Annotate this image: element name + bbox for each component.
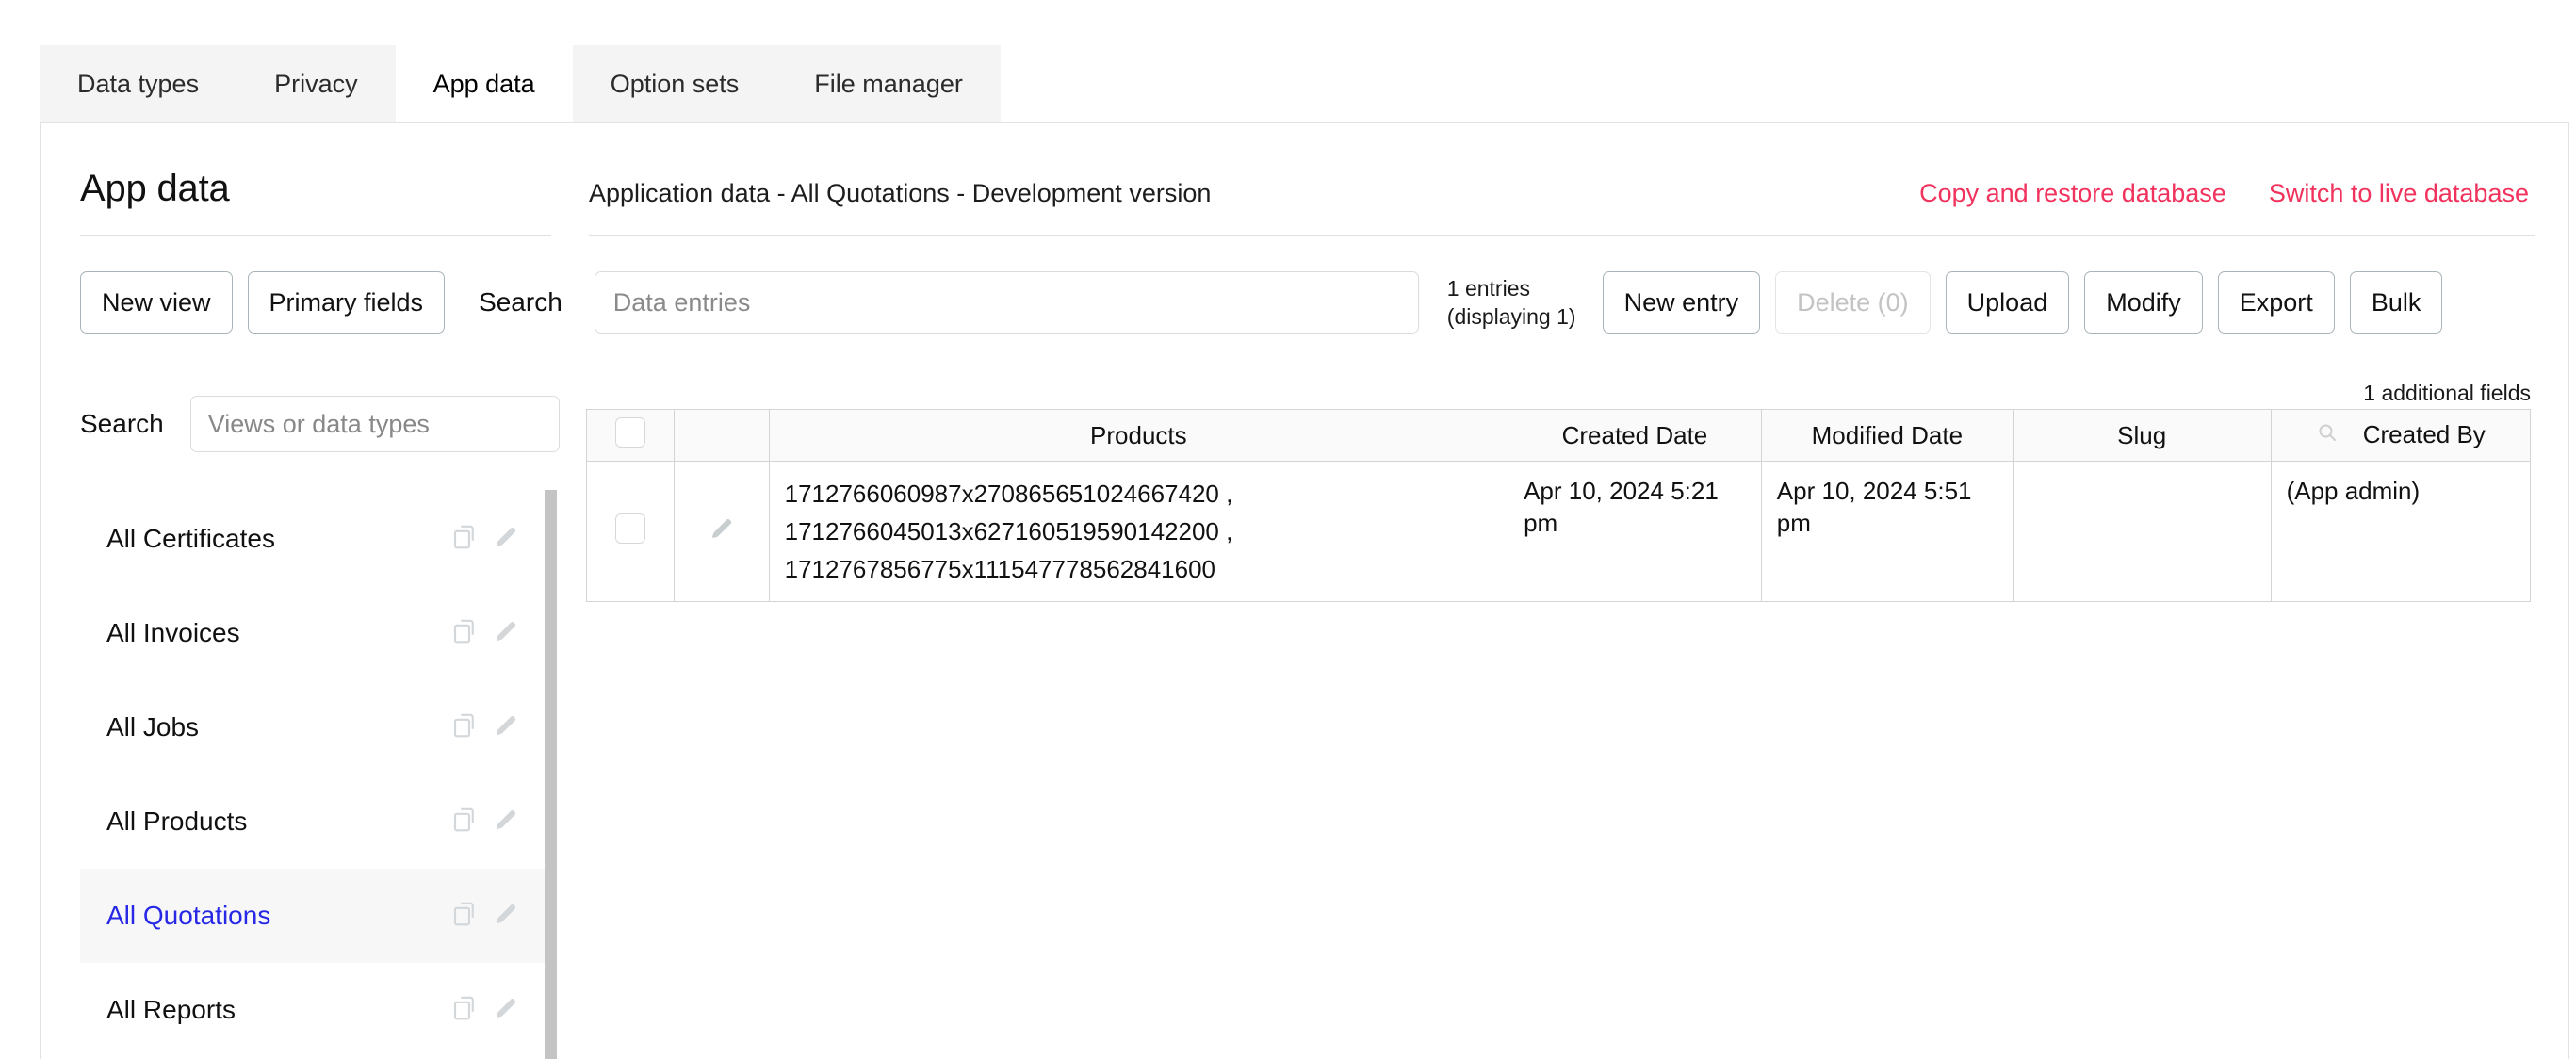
- tab-label: Data types: [77, 70, 199, 99]
- product-id: 1712766060987x270865651024667420 ,: [785, 475, 1492, 513]
- sidebar-item-label: All Quotations: [106, 901, 450, 931]
- cell-created-by: (App admin): [2271, 462, 2530, 602]
- table-row[interactable]: 1712766060987x270865651024667420 , 17127…: [587, 462, 2531, 602]
- entries-displaying: (displaying 1): [1447, 302, 1576, 331]
- select-all-header: [587, 410, 675, 462]
- tab-file-manager[interactable]: File manager: [776, 45, 1001, 122]
- cell-modified-date: Apr 10, 2024 5:51 pm: [1761, 462, 2013, 602]
- additional-fields-label: 1 additional fields: [2363, 381, 2531, 406]
- bulk-button[interactable]: Bulk: [2350, 271, 2443, 334]
- pencil-icon[interactable]: [675, 514, 768, 549]
- entries-count: 1 entries (displaying 1): [1447, 274, 1576, 331]
- sidebar-search-label: Search: [80, 409, 164, 439]
- header-links: Copy and restore database Switch to live…: [1919, 179, 2529, 208]
- data-table: Products Created Date Modified Date Slug…: [586, 409, 2531, 602]
- sidebar-item-actions: [450, 806, 520, 839]
- application-data-caption: Application data - All Quotations - Deve…: [589, 179, 1211, 208]
- copy-and-restore-database-link[interactable]: Copy and restore database: [1919, 179, 2226, 208]
- sidebar-item-all-invoices[interactable]: All Invoices: [80, 586, 546, 680]
- new-entry-button[interactable]: New entry: [1603, 271, 1761, 334]
- sidebar-item-all-products[interactable]: All Products: [80, 774, 546, 869]
- tab-bar-underline: [40, 122, 2569, 123]
- search-label: Search: [479, 287, 562, 318]
- tab-option-sets[interactable]: Option sets: [573, 45, 777, 122]
- sidebar-item-actions: [450, 711, 520, 744]
- cell-slug: [2013, 462, 2271, 602]
- pencil-icon[interactable]: [492, 523, 520, 556]
- sidebar-item-all-certificates[interactable]: All Certificates: [80, 492, 546, 586]
- tab-bar: Data types Privacy App data Option sets …: [40, 45, 1001, 122]
- upload-button[interactable]: Upload: [1946, 271, 2070, 334]
- entries-total: 1 entries: [1447, 274, 1576, 302]
- sidebar-list: All Certificates All Invoices: [80, 492, 546, 1057]
- copy-icon[interactable]: [450, 617, 479, 650]
- tab-data-types[interactable]: Data types: [40, 45, 236, 122]
- views-or-data-types-search-input[interactable]: [190, 396, 560, 452]
- tab-app-data[interactable]: App data: [396, 45, 573, 122]
- sidebar-scrollbar[interactable]: [545, 490, 557, 1059]
- column-header-products[interactable]: Products: [769, 410, 1508, 462]
- table-header-row: Products Created Date Modified Date Slug…: [587, 410, 2531, 462]
- column-header-modified-date[interactable]: Modified Date: [1761, 410, 2013, 462]
- sidebar-item-label: All Products: [106, 806, 450, 837]
- product-id: 1712767856775x111547778562841600: [785, 550, 1492, 588]
- row-edit-cell: [675, 462, 769, 602]
- sidebar-item-label: All Invoices: [106, 618, 450, 648]
- column-header-slug[interactable]: Slug: [2013, 410, 2271, 462]
- tab-label: Privacy: [274, 70, 358, 99]
- pencil-icon[interactable]: [492, 617, 520, 650]
- copy-icon[interactable]: [450, 806, 479, 839]
- sidebar-item-actions: [450, 617, 520, 650]
- select-all-checkbox[interactable]: [615, 417, 645, 448]
- product-id: 1712766045013x627160519590142200 ,: [785, 513, 1492, 550]
- pencil-icon[interactable]: [492, 806, 520, 839]
- tab-label: Option sets: [611, 70, 740, 99]
- sidebar-item-all-quotations[interactable]: All Quotations: [80, 869, 546, 963]
- sidebar-item-actions: [450, 523, 520, 556]
- column-header-created-by-label: Created By: [2363, 420, 2486, 448]
- caption-rule: [589, 235, 2535, 236]
- data-entries-search-input[interactable]: [595, 271, 1419, 334]
- column-header-created-by[interactable]: Created By: [2271, 410, 2530, 462]
- edit-column-header: [675, 410, 769, 462]
- sidebar-item-label: All Reports: [106, 995, 450, 1025]
- data-table-wrapper: Products Created Date Modified Date Slug…: [586, 409, 2531, 602]
- copy-icon[interactable]: [450, 994, 479, 1027]
- sidebar-item-label: All Jobs: [106, 712, 450, 742]
- column-header-created-date[interactable]: Created Date: [1508, 410, 1762, 462]
- pencil-icon[interactable]: [492, 711, 520, 744]
- pencil-icon[interactable]: [492, 994, 520, 1027]
- pencil-icon[interactable]: [492, 900, 520, 933]
- sidebar-scrollbar-thumb[interactable]: [545, 490, 557, 1059]
- delete-button: Delete (0): [1775, 271, 1931, 334]
- tab-label: App data: [433, 70, 535, 99]
- sidebar-item-actions: [450, 900, 520, 933]
- page-title: App data: [80, 168, 230, 210]
- sidebar: Search All Certificates All Invoices: [80, 396, 546, 1057]
- sidebar-item-all-jobs[interactable]: All Jobs: [80, 680, 546, 774]
- cell-created-date: Apr 10, 2024 5:21 pm: [1508, 462, 1762, 602]
- sidebar-search-row: Search: [80, 396, 546, 452]
- row-select-cell: [587, 462, 675, 602]
- sidebar-item-label: All Certificates: [106, 524, 450, 554]
- export-button[interactable]: Export: [2218, 271, 2335, 334]
- page-title-rule: [80, 235, 551, 236]
- new-view-button[interactable]: New view: [80, 271, 233, 334]
- toolbar: New view Primary fields Search 1 entries…: [80, 271, 2531, 334]
- copy-icon[interactable]: [450, 900, 479, 933]
- cell-products: 1712766060987x270865651024667420 , 17127…: [769, 462, 1508, 602]
- switch-to-live-database-link[interactable]: Switch to live database: [2269, 179, 2529, 208]
- search-icon[interactable]: [2316, 421, 2339, 450]
- tab-privacy[interactable]: Privacy: [236, 45, 396, 122]
- row-checkbox[interactable]: [615, 513, 645, 544]
- sidebar-item-all-reports[interactable]: All Reports: [80, 963, 546, 1057]
- primary-fields-button[interactable]: Primary fields: [248, 271, 446, 334]
- tab-label: File manager: [814, 70, 963, 99]
- copy-icon[interactable]: [450, 523, 479, 556]
- sidebar-item-actions: [450, 994, 520, 1027]
- modify-button[interactable]: Modify: [2084, 271, 2203, 334]
- copy-icon[interactable]: [450, 711, 479, 744]
